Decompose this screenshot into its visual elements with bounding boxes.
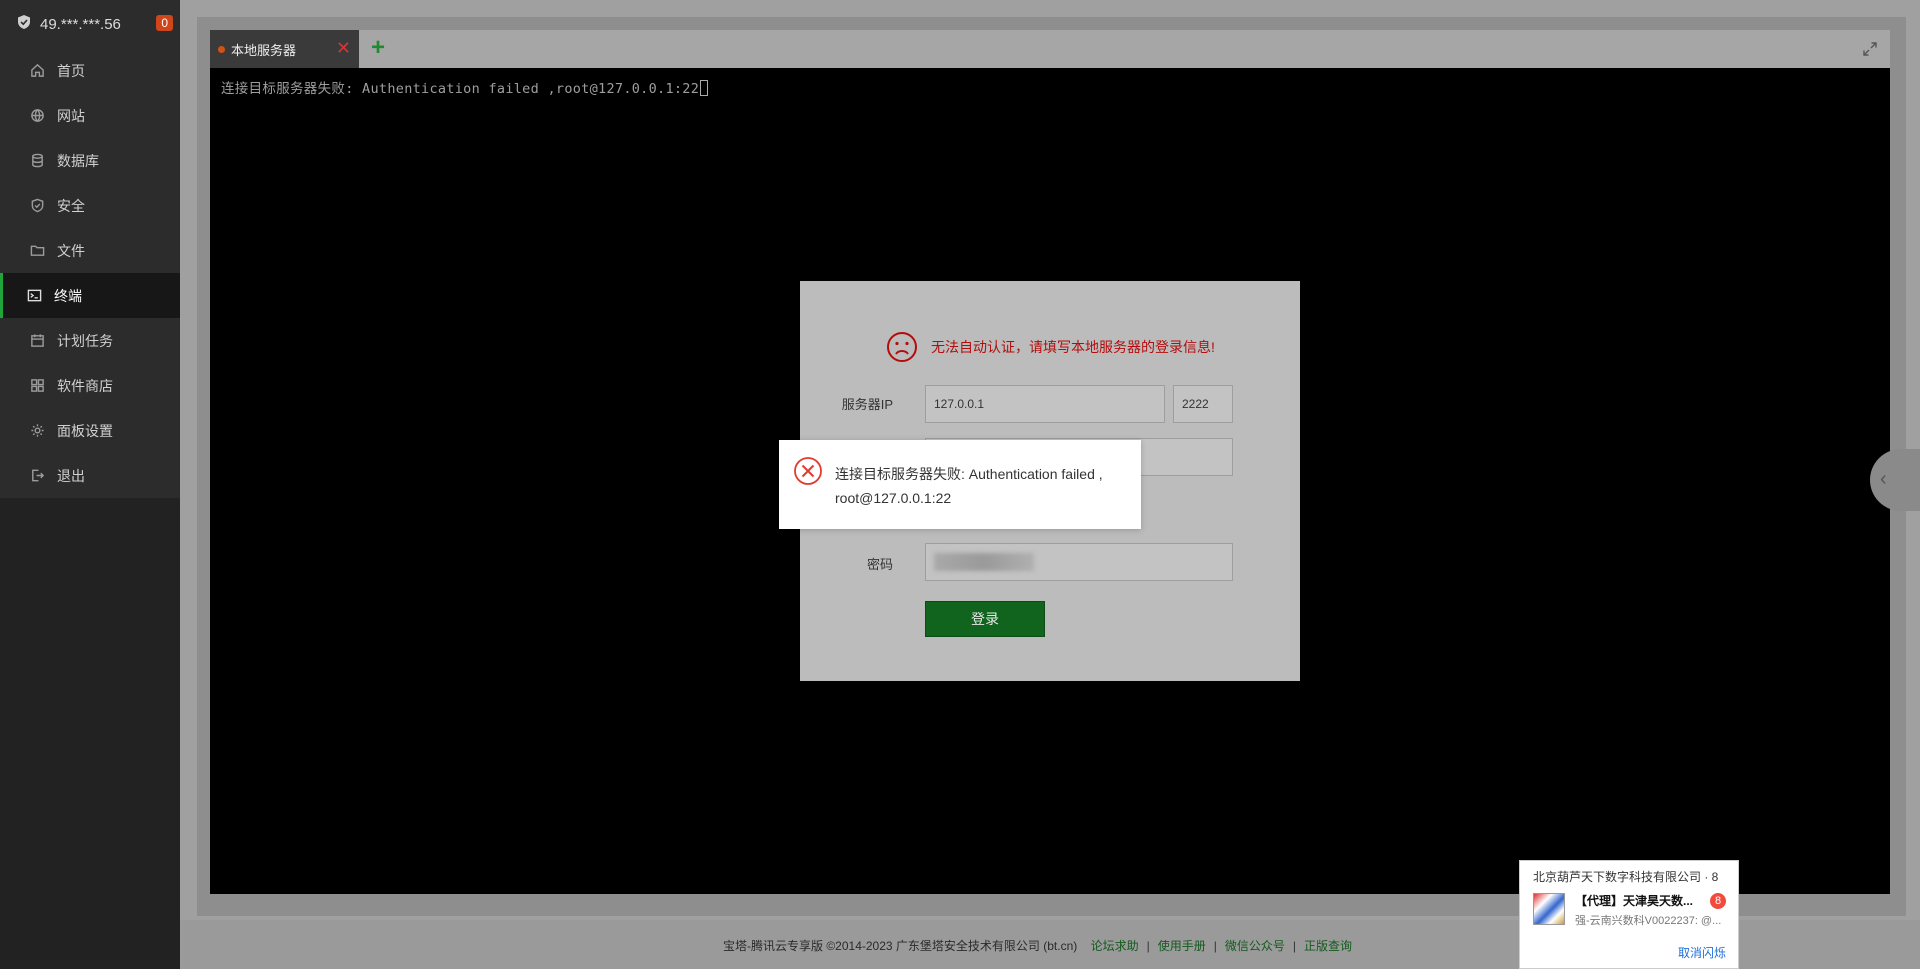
divider: | xyxy=(1292,939,1297,953)
port-value: 2222 xyxy=(1182,397,1209,411)
notification-title: 北京葫芦天下数字科技有限公司 · 8 xyxy=(1533,870,1719,884)
database-icon xyxy=(29,153,45,169)
message-badge[interactable]: 0 xyxy=(156,15,173,31)
tab-label: 本地服务器 xyxy=(231,42,297,58)
copyright: 宝塔-腾讯云专享版 ©2014-2023 广东堡塔安全技术有限公司 (bt.cn… xyxy=(723,939,1078,953)
error-message-line1: 连接目标服务器失败: Authentication failed , xyxy=(835,466,1103,482)
sidebar-item-settings[interactable]: 面板设置 xyxy=(0,408,180,453)
sidebar-item-database[interactable]: 数据库 xyxy=(0,138,180,183)
divider: | xyxy=(1146,939,1150,953)
cancel-flash-link[interactable]: 取消闪烁 xyxy=(1678,944,1726,961)
sidebar-item-website[interactable]: 网站 xyxy=(0,93,180,138)
calendar-icon xyxy=(29,333,45,349)
footer-text: 宝塔-腾讯云专享版 ©2014-2023 广东堡塔安全技术有限公司 (bt.cn… xyxy=(723,937,1352,954)
sidebar-item-label: 计划任务 xyxy=(57,332,113,349)
server-header[interactable]: 49.***.***.56 0 xyxy=(0,0,180,48)
login-button[interactable]: 登录 xyxy=(925,601,1045,637)
fullscreen-icon[interactable] xyxy=(1862,41,1878,57)
tab-bar: 本地服务器 ✕ + xyxy=(210,30,1890,68)
sidebar-item-store[interactable]: 软件商店 xyxy=(0,363,180,408)
error-icon xyxy=(794,457,822,485)
chevron-left-icon: ‹ xyxy=(1880,468,1887,490)
error-message-line2: root@127.0.0.1:22 xyxy=(835,490,952,506)
password-masked xyxy=(934,553,1034,571)
sad-face-icon xyxy=(887,332,917,362)
footer-link-forum[interactable]: 论坛求助 xyxy=(1091,939,1139,953)
avatar xyxy=(1533,893,1565,925)
sidebar-item-label: 软件商店 xyxy=(57,377,113,394)
terminal-icon xyxy=(26,288,42,304)
notification-message: 强-云南兴数科V0022237: @... xyxy=(1575,915,1722,927)
home-icon xyxy=(29,63,45,79)
add-tab-button[interactable]: + xyxy=(371,35,385,61)
error-toast: 连接目标服务器失败: Authentication failed , root@… xyxy=(779,440,1141,529)
password-label: 密码 xyxy=(866,557,893,572)
sidebar-item-cron[interactable]: 计划任务 xyxy=(0,318,180,363)
password-input[interactable] xyxy=(925,543,1233,581)
logout-icon xyxy=(29,468,45,484)
notification-sender: 【代理】天津昊天数... xyxy=(1575,894,1694,908)
sidebar-item-label: 退出 xyxy=(57,467,85,484)
terminal-cursor xyxy=(700,80,709,96)
error-message: 连接目标服务器失败: Authentication failed , root@… xyxy=(835,462,1131,510)
server-ip-value: 127.0.0.1 xyxy=(934,397,985,411)
server-ip-label: 服务器IP xyxy=(841,397,893,412)
sidebar: 49.***.***.56 0 首页 网站 数据库 安全 文件 终端 计划任务 … xyxy=(0,0,180,969)
server-ip-input[interactable]: 127.0.0.1 xyxy=(925,385,1165,423)
sidebar-item-logout[interactable]: 退出 xyxy=(0,453,180,498)
sidebar-item-terminal[interactable]: 终端 xyxy=(0,273,180,318)
tab-local-server[interactable]: 本地服务器 ✕ xyxy=(210,30,359,68)
sidebar-item-home[interactable]: 首页 xyxy=(0,48,180,93)
auth-warning: 无法自动认证，请填写本地服务器的登录信息! xyxy=(886,331,1215,363)
globe-icon xyxy=(29,108,45,124)
unread-count-badge: 8 xyxy=(1710,893,1726,909)
server-ip: 49.***.***.56 xyxy=(40,15,121,33)
sidebar-item-label: 安全 xyxy=(57,197,85,214)
gear-icon xyxy=(29,423,45,439)
shield-icon xyxy=(29,198,45,214)
port-input[interactable]: 2222 xyxy=(1173,385,1233,423)
sidebar-item-label: 网站 xyxy=(57,107,85,124)
footer-link-license[interactable]: 正版查询 xyxy=(1304,939,1352,953)
footer-link-wechat[interactable]: 微信公众号 xyxy=(1225,939,1285,953)
chat-notification[interactable]: 北京葫芦天下数字科技有限公司 · 8 【代理】天津昊天数... 8 强-云南兴数… xyxy=(1519,860,1739,969)
sidebar-item-label: 数据库 xyxy=(57,152,99,169)
sidebar-item-label: 首页 xyxy=(57,62,85,79)
status-dot xyxy=(218,45,225,53)
shield-logo-icon xyxy=(16,14,32,34)
folder-icon xyxy=(29,243,45,259)
terminal-output: 连接目标服务器失败: Authentication failed ,root@1… xyxy=(221,77,709,97)
close-icon[interactable]: ✕ xyxy=(336,39,351,57)
sidebar-item-label: 文件 xyxy=(57,242,85,259)
sidebar-item-label: 终端 xyxy=(54,287,82,304)
sidebar-item-files[interactable]: 文件 xyxy=(0,228,180,273)
sidebar-item-label: 面板设置 xyxy=(57,422,113,439)
footer-link-manual[interactable]: 使用手册 xyxy=(1158,939,1206,953)
sidebar-item-security[interactable]: 安全 xyxy=(0,183,180,228)
auth-warning-text: 无法自动认证，请填写本地服务器的登录信息! xyxy=(931,339,1215,355)
divider: | xyxy=(1213,939,1217,953)
apps-icon xyxy=(29,378,45,394)
terminal-output-text: 连接目标服务器失败: Authentication failed ,root@1… xyxy=(221,81,700,97)
sidebar-menu: 49.***.***.56 0 首页 网站 数据库 安全 文件 终端 计划任务 … xyxy=(0,0,180,498)
